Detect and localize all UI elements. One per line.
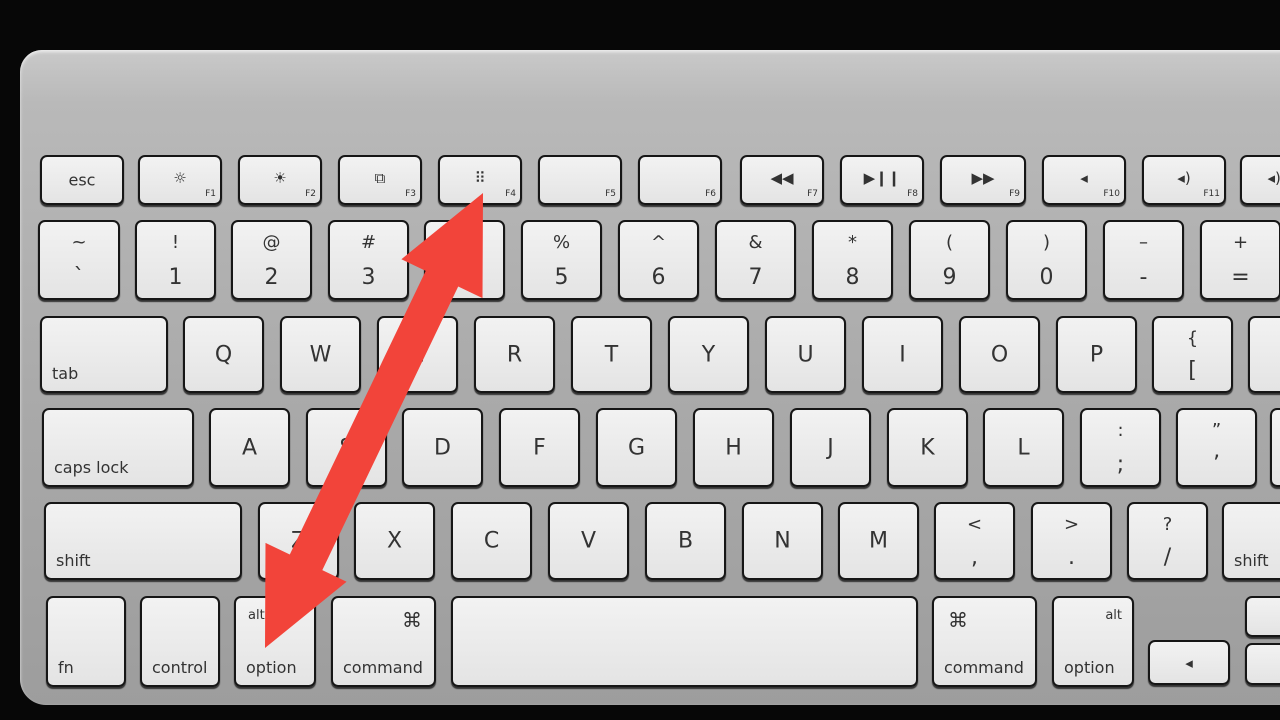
double-arrow-annotation xyxy=(265,193,483,648)
arrow-shape xyxy=(265,193,483,648)
keyboard-photo: esc ☼ F1 ☀ F2 ⧉ F3 ⠿ F4 F5 F6 ◀◀ F7 ▶❙❙ F8 ▶▶ F9 ◂ F10 ◂) F1… xyxy=(0,0,1280,720)
